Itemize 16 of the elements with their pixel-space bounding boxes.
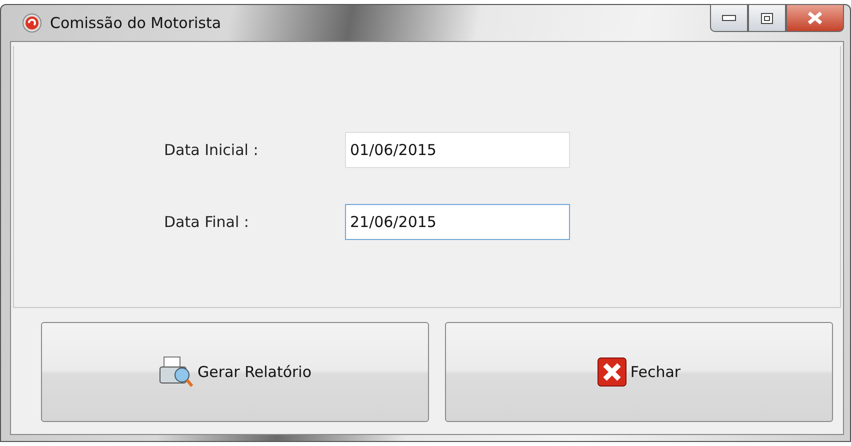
close-button[interactable] <box>786 4 844 32</box>
report-button[interactable]: Gerar Relatório <box>41 322 429 422</box>
close-dialog-button[interactable]: Fechar <box>445 322 833 422</box>
minimize-button[interactable] <box>710 4 748 32</box>
field-label: Data Final : <box>164 213 250 231</box>
date-field[interactable]: 21/06/2015 <box>345 204 570 240</box>
window-title: Comissão do Motorista <box>50 14 222 32</box>
date-field[interactable]: 01/06/2015 <box>345 132 570 168</box>
maximize-button[interactable] <box>748 4 786 32</box>
close-icon <box>597 357 628 387</box>
maximize-icon <box>761 12 773 24</box>
printer-magnifier-icon <box>158 355 194 389</box>
minimize-icon <box>722 15 736 21</box>
field-label: Data Inicial : <box>164 141 260 159</box>
close-icon <box>807 11 823 25</box>
app-icon <box>22 13 42 33</box>
